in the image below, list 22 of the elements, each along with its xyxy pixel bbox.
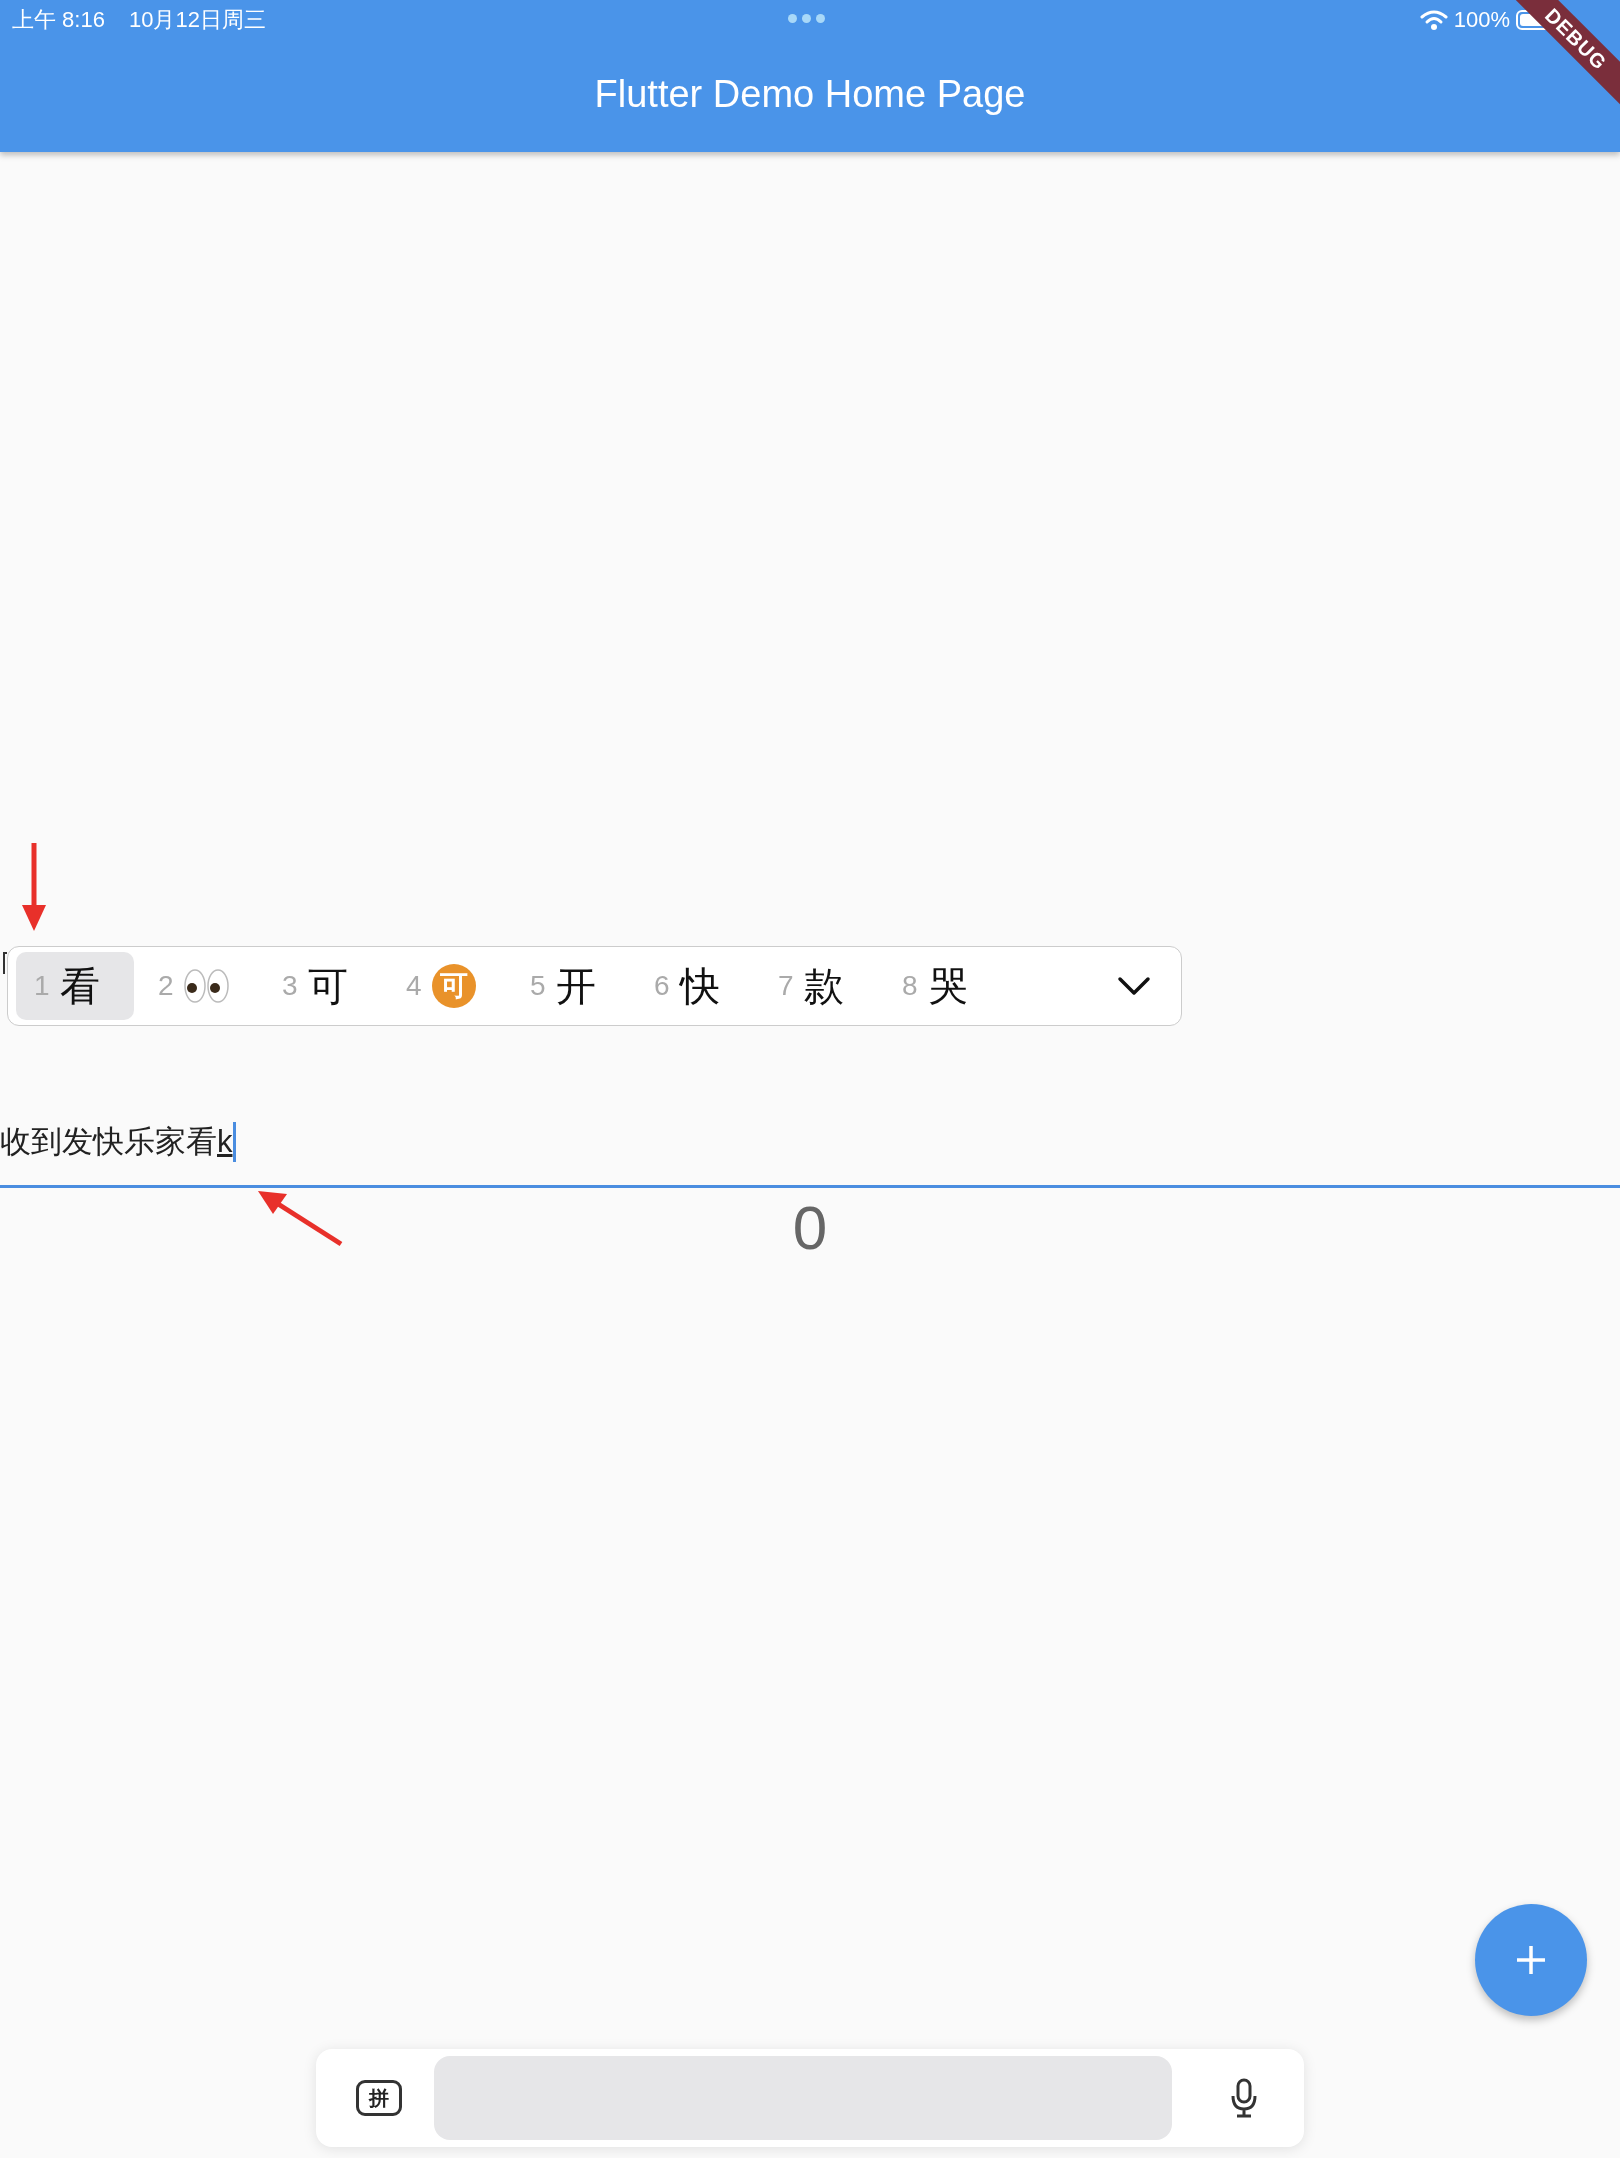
badge-icon: 可 [431,964,476,1008]
plus-icon [1515,1944,1547,1976]
app-title: Flutter Demo Home Page [594,72,1026,116]
wifi-icon [1419,9,1448,31]
eyes-icon [183,968,230,1004]
microphone-icon[interactable] [1230,2078,1258,2118]
candidate-item[interactable]: 5 开 [512,952,630,1020]
multitask-icon[interactable] [788,14,825,23]
battery-percent: 100% [1453,7,1510,33]
text-input-field[interactable]: 收到发快乐家看k [0,1121,1620,1188]
candidate-item[interactable]: 3 可 [264,952,382,1020]
counter-text: 0 [792,1192,828,1263]
input-field[interactable] [434,2056,1172,2140]
candidate-item[interactable]: 8 哭 [884,952,1002,1020]
chevron-down-icon[interactable] [1117,976,1151,996]
candidate-item[interactable]: 1 看 [16,952,134,1020]
input-mode-key[interactable]: 拼 [356,2080,402,2116]
status-time: 上午 8:16 [12,6,105,34]
add-button[interactable] [1475,1904,1587,2016]
status-date: 10月12日周三 [128,6,266,34]
candidate-item[interactable]: 7 款 [760,952,878,1020]
candidate-item[interactable]: 6 快 [636,952,754,1020]
